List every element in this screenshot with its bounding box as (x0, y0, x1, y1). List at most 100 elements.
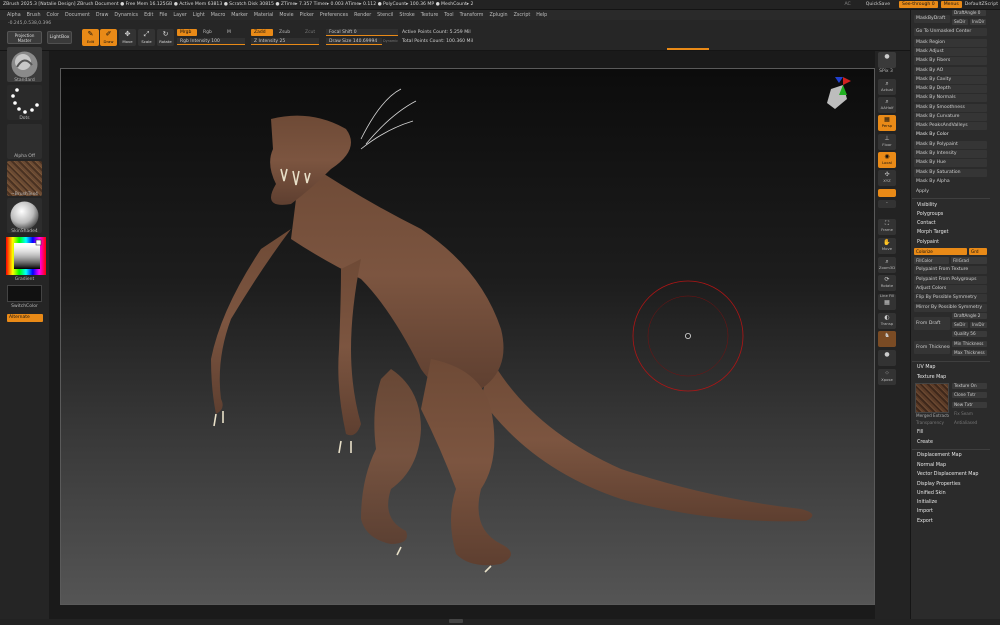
mask-by-alpha-button[interactable]: Mask By Alpha (914, 178, 987, 186)
menu-color[interactable]: Color (46, 13, 59, 18)
menu-file[interactable]: File (159, 13, 167, 18)
max-thickness-slider[interactable]: Max Thickness (952, 350, 987, 356)
menu-material[interactable]: Material (254, 13, 274, 18)
menu-stencil[interactable]: Stencil (377, 13, 393, 18)
menus-button[interactable]: Menus (940, 1, 962, 8)
menu-layer[interactable]: Layer (173, 13, 186, 18)
floor-button[interactable]: ⊥ Floor (878, 134, 896, 150)
switch-color-button[interactable]: SwitchColor (0, 304, 49, 309)
local-button[interactable]: ◉ Local (878, 152, 896, 168)
menu-alpha[interactable]: Alpha (7, 13, 21, 18)
projection-master-button[interactable]: Projection Master (7, 31, 42, 44)
contact-subpalette[interactable]: Contact (914, 220, 990, 228)
transparency-toggle[interactable]: Transparency (914, 420, 949, 426)
menu-dynamics[interactable]: Dynamics (114, 13, 138, 18)
line-fill-button[interactable]: Line Fill ▦ (878, 294, 896, 310)
mask-by-saturation-button[interactable]: Mask By Saturation (914, 169, 987, 177)
polypaint-from-texture-button[interactable]: Polypaint From Texture (914, 266, 987, 274)
sedir-2-button[interactable]: SeDir (952, 322, 968, 328)
create-button[interactable]: Create (914, 439, 990, 447)
ghost-button[interactable]: ● (878, 350, 896, 366)
invdir-button[interactable]: InvDir (970, 19, 986, 25)
normal-map-subpalette[interactable]: Normal Map (914, 462, 990, 470)
secondary-color-swatch[interactable] (7, 285, 42, 302)
move-view-button[interactable]: ✋ Move (878, 238, 896, 254)
draft-angle-slider[interactable]: DraftAngle 0 (952, 10, 986, 16)
aahalf-button[interactable]: ⌕ AAHalf (878, 97, 896, 113)
rotate-button[interactable]: ↻ Rotate (157, 29, 174, 46)
fill-color-button[interactable]: FillColor (914, 257, 949, 264)
polypaint-subpalette[interactable]: Polypaint (914, 239, 990, 247)
polygroups-subpalette[interactable]: Polygroups (914, 211, 990, 219)
draw-button[interactable]: ✐ Draw (100, 29, 117, 46)
displacement-map-subpalette[interactable]: Displacement Map (914, 452, 990, 460)
z-intensity-slider[interactable]: Z Intensity 25 (251, 38, 319, 45)
quicksave-button[interactable]: QuickSave (866, 2, 890, 7)
texture-thumbnail[interactable] (7, 161, 42, 196)
menu-macro[interactable]: Macro (211, 13, 226, 18)
rgb-button[interactable]: Rgb (200, 29, 218, 36)
menu-zplugin[interactable]: Zplugin (489, 13, 507, 18)
mask-by-smoothness-button[interactable]: Mask By Smoothness (914, 104, 987, 112)
lightbox-button[interactable]: LightBox (47, 31, 72, 44)
mirror-by-possible-symmetry-button[interactable]: Mirror By Possible Symmetry (914, 304, 987, 312)
menu-movie[interactable]: Movie (279, 13, 293, 18)
material-thumbnail[interactable] (7, 198, 42, 233)
menu-draw[interactable]: Draw (96, 13, 109, 18)
menu-picker[interactable]: Picker (300, 13, 314, 18)
initialize-subpalette[interactable]: Initialize (914, 499, 990, 507)
min-thickness-slider[interactable]: Min Thickness (952, 341, 987, 347)
zadd-button[interactable]: Zadd (251, 29, 273, 36)
menu-light[interactable]: Light (193, 13, 205, 18)
menu-texture[interactable]: Texture (421, 13, 439, 18)
menu-document[interactable]: Document (65, 13, 90, 18)
menu-tool[interactable]: Tool (444, 13, 453, 18)
mask-by-intensity-button[interactable]: Mask By Intensity (914, 150, 987, 158)
scale-button[interactable]: ⤢ Scale (138, 29, 155, 46)
move-button[interactable]: ✥ Move (119, 29, 136, 46)
alternate-button[interactable]: Alternate (7, 314, 43, 322)
adjust-colors-button[interactable]: Adjust Colors (914, 285, 987, 293)
from-thickness-button[interactable]: From Thickness (914, 341, 950, 354)
texture-on-toggle[interactable]: Texture On (952, 383, 987, 389)
export-subpalette[interactable]: Export (914, 518, 990, 526)
mask-by-normals-button[interactable]: Mask By Normals (914, 94, 987, 102)
mask-by-polypaint-button[interactable]: Mask By Polypaint (914, 141, 987, 149)
m-button[interactable]: M (224, 29, 236, 36)
spix-button[interactable]: ● (878, 52, 896, 68)
merged-extractor-button[interactable]: Merged Extractor (914, 413, 949, 419)
unified-skin-subpalette[interactable]: Unified Skin (914, 490, 990, 498)
mrgb-button[interactable]: Mrgb (177, 29, 197, 36)
solo-button[interactable]: ♞ (878, 331, 896, 347)
uv-map-subpalette[interactable]: UV Map (914, 364, 990, 372)
xyz-toggle[interactable] (878, 189, 896, 197)
draft-angle-2-slider[interactable]: DraftAngle 2 (952, 313, 987, 319)
mask-by-curvature-button[interactable]: Mask By Curvature (914, 113, 987, 121)
go-to-unmasked-center-button[interactable]: Go To Unmasked Center (914, 28, 987, 36)
stroke-thumbnail[interactable] (7, 85, 42, 120)
texture-map-subpalette[interactable]: Texture Map (914, 374, 990, 382)
mask-by-fibers-button[interactable]: Mask By Fibers (914, 57, 987, 65)
grd-toggle[interactable]: Grd (969, 248, 987, 255)
morph-target-subpalette[interactable]: Morph Target (914, 229, 990, 237)
transp-button[interactable]: ◐ Transp (878, 313, 896, 329)
mask-by-draft-button[interactable]: MaskByDraft (914, 15, 950, 23)
mask-by-depth-button[interactable]: Mask By Depth (914, 85, 987, 93)
from-draft-button[interactable]: From Draft (914, 317, 950, 330)
clone-txtr-button[interactable]: Clone Txtr (952, 392, 987, 398)
bottom-shelf-toggle[interactable] (449, 619, 463, 623)
fill-grad-button[interactable]: FillGrad (951, 257, 987, 264)
new-txtr-button[interactable]: New Txtr (952, 402, 987, 408)
menu-preferences[interactable]: Preferences (320, 13, 348, 18)
texture-thumbnail-preview[interactable] (915, 383, 949, 413)
import-subpalette[interactable]: Import (914, 508, 990, 516)
quality-slider[interactable]: Quality 56 (952, 331, 987, 337)
visibility-subpalette[interactable]: Visibility (914, 202, 990, 210)
apply-button[interactable]: Apply (914, 188, 987, 196)
mask-by-cavity-button[interactable]: Mask By Cavity (914, 76, 987, 84)
mask-adjust-button[interactable]: Mask Adjust (914, 48, 987, 56)
menu-stroke[interactable]: Stroke (399, 13, 414, 18)
zoom3d-button[interactable]: ⌕ Zoom3D (878, 257, 896, 273)
sedir-button[interactable]: SeDir (952, 19, 968, 25)
color-picker[interactable] (6, 237, 46, 275)
